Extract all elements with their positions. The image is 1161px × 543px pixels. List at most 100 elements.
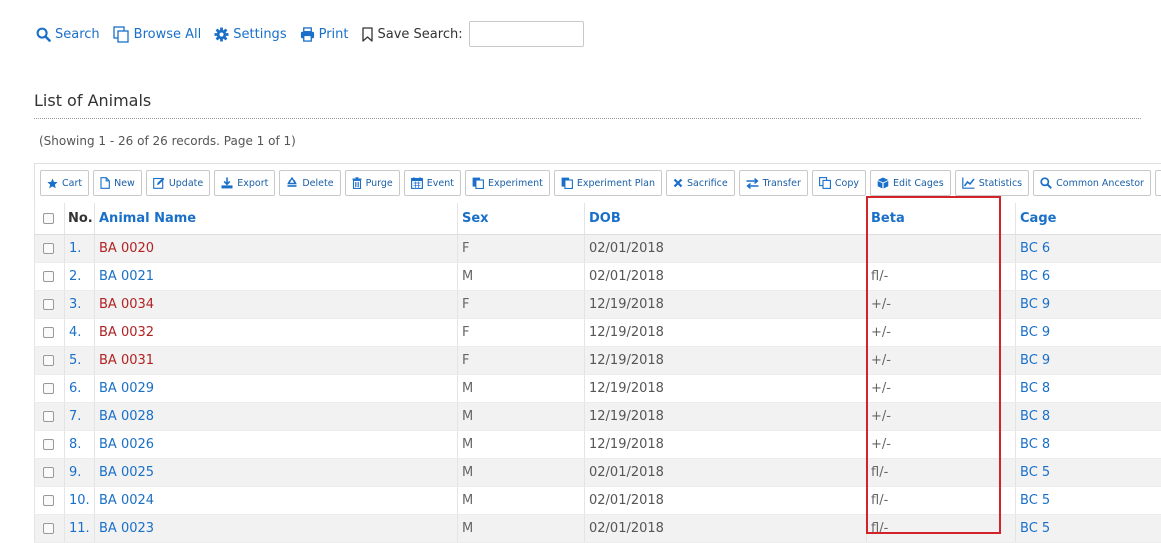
cage-link[interactable]: BC 8: [1015, 430, 1161, 459]
copy-button[interactable]: Copy: [811, 170, 866, 196]
gear-icon: [214, 26, 229, 42]
animal-name-link[interactable]: BA 0024: [94, 486, 458, 515]
toolbar-button-label: Transfer: [762, 177, 801, 189]
row-checkbox[interactable]: [43, 270, 54, 282]
animal-name-link[interactable]: BA 0026: [94, 430, 458, 459]
export-button[interactable]: Export: [214, 170, 276, 196]
animal-name-link[interactable]: BA 0034: [94, 290, 458, 319]
cage-link[interactable]: BC 5: [1015, 458, 1161, 487]
cage-link[interactable]: BC 5: [1015, 486, 1161, 515]
cage-link[interactable]: BC 6: [1015, 262, 1161, 291]
toolbar-button-label: Update: [168, 177, 204, 189]
animal-name-link[interactable]: BA 0028: [94, 402, 458, 431]
print-link[interactable]: Print: [300, 27, 349, 42]
row-number[interactable]: 4.: [64, 318, 95, 347]
row-checkbox[interactable]: [43, 522, 54, 534]
animal-name-link[interactable]: BA 0025: [94, 458, 458, 487]
delete-button[interactable]: Delete: [279, 170, 341, 196]
row-number[interactable]: 6.: [64, 374, 95, 403]
column-header-sex[interactable]: Sex: [457, 203, 585, 235]
cage-link[interactable]: BC 9: [1015, 290, 1161, 319]
table-row: 10. BA 0024 M 02/01/2018 fl/- BC 5: [34, 486, 1161, 515]
beta-cell: +/-: [866, 290, 1016, 319]
row-number[interactable]: 8.: [64, 430, 95, 459]
column-header-dob[interactable]: DOB: [584, 203, 867, 235]
save-search-input[interactable]: [468, 21, 584, 47]
row-number[interactable]: 9.: [64, 458, 95, 487]
event-button[interactable]: Event: [403, 170, 461, 196]
record-count: (Showing 1 - 26 of 26 records. Page 1 of…: [39, 134, 296, 148]
cage-link[interactable]: BC 8: [1015, 374, 1161, 403]
new-button[interactable]: New: [93, 170, 142, 196]
dob-cell: 12/19/2018: [584, 346, 867, 375]
animal-name-link[interactable]: BA 0032: [94, 318, 458, 347]
toolbar-buttons: Cart New Update Export Delete Purge Event Exper…: [40, 170, 1161, 196]
row-checkbox[interactable]: [43, 438, 54, 450]
transfer-button[interactable]: Transfer: [738, 170, 808, 196]
cage-link[interactable]: BC 9: [1015, 346, 1161, 375]
row-checkbox[interactable]: [43, 466, 54, 478]
cage-link[interactable]: BC 5: [1015, 514, 1161, 543]
cube-icon: [877, 177, 893, 189]
column-header-animal-name[interactable]: Animal Name: [94, 203, 458, 235]
beta-cell: +/-: [866, 346, 1016, 375]
animal-name-link[interactable]: BA 0021: [94, 262, 458, 291]
search-icon: [1040, 177, 1056, 189]
star-icon: [47, 177, 62, 189]
cage-link[interactable]: BC 6: [1015, 234, 1161, 263]
sex-cell: F: [457, 346, 585, 375]
toolbar-button-label: Sacrifice: [687, 177, 728, 189]
animal-name-link[interactable]: BA 0031: [94, 346, 458, 375]
row-number[interactable]: 11.: [64, 514, 95, 543]
row-number[interactable]: 2.: [64, 262, 95, 291]
row-number[interactable]: 1.: [64, 234, 95, 263]
row-checkbox-cell: [34, 458, 65, 487]
toolbar-button-label: Common Ancestor: [1056, 177, 1144, 189]
settings-link[interactable]: Settings: [214, 26, 287, 42]
browse-all-label: Browse All: [133, 26, 202, 42]
sex-cell: M: [457, 514, 585, 543]
animal-name-link[interactable]: BA 0029: [94, 374, 458, 403]
toolbar-button-label: Purge: [365, 177, 393, 189]
row-checkbox-cell: [34, 486, 65, 515]
weigh-button[interactable]: [1154, 170, 1161, 196]
row-number[interactable]: 10.: [64, 486, 95, 515]
purge-button[interactable]: Purge: [344, 170, 400, 196]
sex-cell: M: [457, 486, 585, 515]
copy-icon: [113, 25, 129, 43]
edit-cages-button[interactable]: Edit Cages: [869, 170, 951, 196]
cage-link[interactable]: BC 8: [1015, 402, 1161, 431]
update-button[interactable]: Update: [145, 170, 211, 196]
experiment-plan-button[interactable]: Experiment Plan: [553, 170, 662, 196]
column-header-cage[interactable]: Cage: [1015, 203, 1161, 235]
row-number[interactable]: 5.: [64, 346, 95, 375]
search-link[interactable]: Search: [36, 27, 100, 42]
experiment-button[interactable]: Experiment: [464, 170, 550, 196]
dob-cell: 02/01/2018: [584, 234, 867, 263]
sex-cell: F: [457, 234, 585, 263]
save-search-label: Save Search:: [361, 27, 463, 42]
cage-link[interactable]: BC 9: [1015, 318, 1161, 347]
column-header-beta[interactable]: Beta: [866, 203, 1016, 235]
select-all-checkbox[interactable]: [43, 212, 54, 224]
beta-cell: fl/-: [866, 458, 1016, 487]
sacrifice-button[interactable]: Sacrifice: [666, 170, 735, 196]
row-checkbox[interactable]: [43, 326, 54, 338]
animal-name-link[interactable]: BA 0020: [94, 234, 458, 263]
row-checkbox[interactable]: [43, 382, 54, 394]
row-number[interactable]: 7.: [64, 402, 95, 431]
cart-button[interactable]: Cart: [40, 170, 90, 196]
row-checkbox[interactable]: [43, 354, 54, 366]
sex-cell: M: [457, 374, 585, 403]
row-number[interactable]: 3.: [64, 290, 95, 319]
common-ancestor-button[interactable]: Common Ancestor: [1033, 170, 1151, 196]
row-checkbox[interactable]: [43, 494, 54, 506]
row-checkbox[interactable]: [43, 298, 54, 310]
row-checkbox[interactable]: [43, 410, 54, 422]
browse-all-link[interactable]: Browse All: [113, 25, 202, 43]
statistics-button[interactable]: Statistics: [954, 170, 1030, 196]
table-header: No. Animal Name Sex DOB Beta Cage: [34, 203, 1161, 235]
recycle-icon: [286, 177, 302, 189]
animal-name-link[interactable]: BA 0023: [94, 514, 458, 543]
row-checkbox[interactable]: [43, 242, 54, 254]
